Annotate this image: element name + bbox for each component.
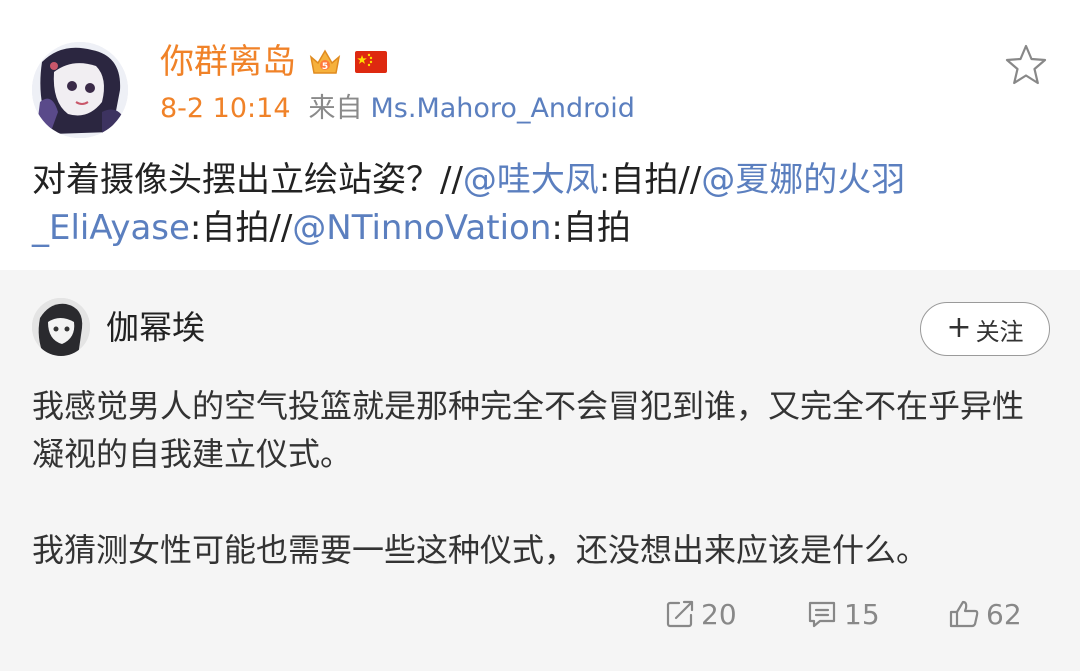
quoted-author-name[interactable]: 伽幂埃: [106, 308, 205, 348]
source-prefix: 来自: [308, 93, 363, 124]
repost-button[interactable]: 20: [665, 596, 737, 632]
post-text-segment: :自拍//: [598, 160, 702, 200]
quoted-post[interactable]: 伽幂埃 + 关注 我感觉男人的空气投篮就是那种完全不会冒犯到谁，又完全不在乎异性…: [0, 270, 1080, 671]
china-flag-icon: [354, 45, 388, 79]
action-bar: 20 15 62: [0, 596, 1080, 632]
author-avatar[interactable]: [32, 42, 128, 138]
like-count: 62: [986, 597, 1022, 631]
quoted-author-avatar[interactable]: [32, 298, 90, 356]
mention-link[interactable]: @NTinnoVation: [292, 208, 551, 248]
post-text-segment: :自拍//: [189, 208, 293, 248]
comment-button[interactable]: 15: [806, 596, 880, 632]
crown-badge-icon: 5: [308, 45, 342, 79]
quoted-post-body: 我感觉男人的空气投篮就是那种完全不会冒犯到谁，又完全不在乎异性凝视的自我建立仪式…: [32, 382, 1052, 574]
comment-icon: [808, 601, 836, 628]
like-button[interactable]: 62: [948, 596, 1022, 632]
quoted-paragraph: 我感觉男人的空气投篮就是那种完全不会冒犯到谁，又完全不在乎异性凝视的自我建立仪式…: [32, 387, 1025, 473]
plus-icon: +: [946, 310, 972, 345]
thumbs-up-icon: [949, 600, 979, 628]
comment-count: 15: [844, 597, 880, 631]
post-meta: 8-2 10:14 来自 Ms.Mahoro_Android: [160, 92, 635, 126]
star-icon: [1005, 44, 1047, 85]
repost-icon: [666, 600, 694, 628]
author-name[interactable]: 你群离岛: [160, 40, 296, 84]
post-body: 对着摄像头摆出立绘站姿？//@哇大凤:自拍//@夏娜的火羽_EliAyase:自…: [32, 156, 1052, 252]
mention-link[interactable]: @哇大凤: [463, 160, 599, 200]
post-time: 8-2 10:14: [160, 93, 291, 124]
follow-label: 关注: [975, 317, 1024, 346]
post-text-segment: 对着摄像头摆出立绘站姿？//: [32, 160, 463, 200]
author-name-row: 你群离岛 5: [160, 40, 388, 84]
repost-count: 20: [701, 597, 737, 631]
favorite-star-button[interactable]: [1002, 42, 1050, 88]
follow-button[interactable]: + 关注: [920, 302, 1050, 356]
post-text-segment: :自拍: [551, 208, 631, 248]
svg-text:5: 5: [322, 62, 328, 72]
source-client[interactable]: Ms.Mahoro_Android: [371, 92, 635, 126]
quoted-paragraph: 我猜测女性可能也需要一些这种仪式，还没想出来应该是什么。: [32, 531, 929, 569]
weibo-post: 你群离岛 5 8-2 10:14 来自 Ms.Mahoro_Android 对着…: [0, 0, 1080, 270]
